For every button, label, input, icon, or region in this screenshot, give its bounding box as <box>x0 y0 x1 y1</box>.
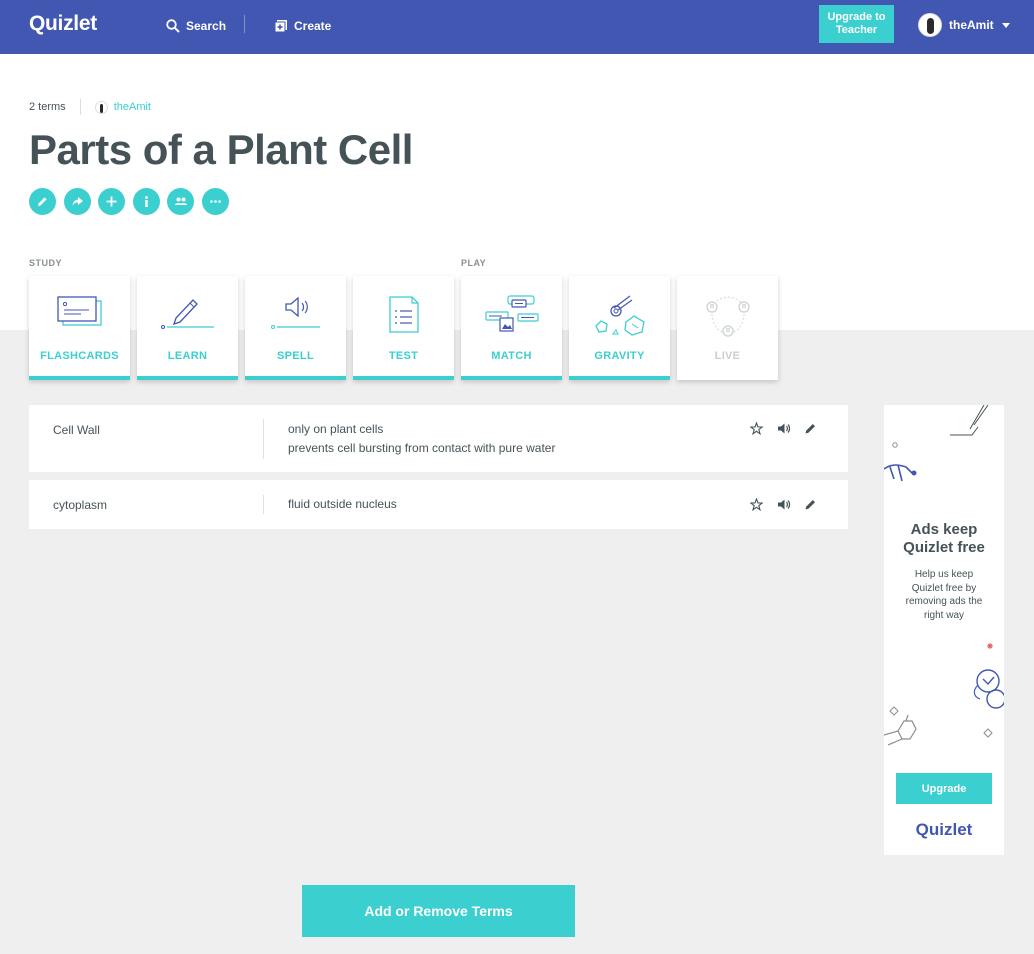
quizlet-logo[interactable]: Quizlet <box>29 12 97 36</box>
more-button[interactable] <box>201 188 229 215</box>
star-button[interactable] <box>743 420 770 436</box>
search-button[interactable]: Search <box>166 16 226 36</box>
mode-match[interactable]: MATCH <box>461 276 562 380</box>
spell-icon <box>270 296 320 329</box>
page-title: Parts of a Plant Cell <box>29 126 413 173</box>
set-actions <box>29 188 236 215</box>
more-icon <box>209 200 221 203</box>
author-avatar <box>94 100 108 114</box>
mode-underline <box>353 376 454 380</box>
mode-flashcards[interactable]: FLASHCARDS <box>29 276 130 380</box>
mode-live[interactable]: LIVE <box>677 276 778 380</box>
term-actions <box>743 420 824 436</box>
term-row: cytoplasm fluid outside nucleus <box>29 480 848 529</box>
add-to-folder-button[interactable] <box>98 188 125 215</box>
term-count: 2 terms <box>29 101 66 113</box>
audio-button[interactable] <box>770 496 797 512</box>
mode-underline <box>245 376 346 380</box>
mode-underline <box>569 376 670 380</box>
speaker-icon <box>777 499 790 509</box>
mode-label: LIVE <box>714 350 741 362</box>
pencil-icon <box>805 423 815 433</box>
match-icon <box>484 295 539 332</box>
pencil-icon <box>805 499 815 509</box>
term-row: Cell Wall only on plant cells prevents c… <box>29 405 848 472</box>
username: theAmit <box>949 18 994 32</box>
speaker-icon <box>777 423 790 433</box>
search-icon <box>166 19 180 33</box>
set-meta: 2 terms theAmit <box>29 99 151 115</box>
ad-upgrade-button[interactable]: Upgrade <box>896 773 992 804</box>
top-navigation-bar: Quizlet Search Create Upgrade to Teacher… <box>0 0 1034 54</box>
meta-divider <box>79 99 81 115</box>
create-label: Create <box>294 19 332 33</box>
star-icon <box>750 497 763 511</box>
upgrade-to-teacher-button[interactable]: Upgrade to Teacher <box>819 5 894 43</box>
term-word: Cell Wall <box>53 423 100 437</box>
term-definition: fluid outside nucleus <box>288 495 397 514</box>
avatar <box>918 13 942 37</box>
share-icon <box>72 197 83 206</box>
mode-label: MATCH <box>491 350 532 362</box>
mode-underline <box>461 376 562 380</box>
term-actions <box>743 496 824 512</box>
flashcards-icon <box>56 296 102 326</box>
definition-line: fluid outside nucleus <box>288 497 397 511</box>
test-icon <box>388 296 419 333</box>
edit-term-button[interactable] <box>797 420 824 436</box>
mode-label: FLASHCARDS <box>40 350 119 362</box>
user-menu[interactable]: theAmit <box>918 13 1010 37</box>
mode-underline <box>29 376 130 380</box>
mode-label: LEARN <box>167 350 208 362</box>
author-link[interactable]: theAmit <box>114 101 151 113</box>
ad-quizlet-logo: Quizlet <box>915 820 973 839</box>
mode-label: SPELL <box>277 350 314 362</box>
plus-icon <box>106 196 117 207</box>
search-label: Search <box>186 19 227 33</box>
term-word: cytoplasm <box>53 498 108 512</box>
pencil-icon <box>38 197 47 206</box>
ad-headline: Ads keep Quizlet free <box>903 521 985 556</box>
definition-line: only on plant cells <box>288 422 384 436</box>
edit-button[interactable] <box>29 188 56 215</box>
gravity-icon <box>594 295 645 336</box>
star-button[interactable] <box>743 496 770 512</box>
live-icon <box>705 296 750 337</box>
mode-learn[interactable]: LEARN <box>137 276 238 380</box>
ad-panel: Ads keep Quizlet free Help us keep Quizl… <box>884 405 1004 855</box>
edit-term-button[interactable] <box>797 496 824 512</box>
star-icon <box>750 421 763 435</box>
people-icon <box>174 197 187 205</box>
nav-divider <box>244 15 245 33</box>
share-button[interactable] <box>63 188 91 215</box>
learn-icon <box>160 299 214 329</box>
definition-line: prevents cell bursting from contact with… <box>288 441 556 455</box>
term-divider <box>263 419 264 459</box>
mode-label: GRAVITY <box>594 350 645 362</box>
mode-spell[interactable]: SPELL <box>245 276 346 380</box>
play-section-label: PLAY <box>461 258 487 268</box>
term-definition: only on plant cells prevents cell bursti… <box>288 420 555 458</box>
info-button[interactable] <box>132 188 160 215</box>
mode-gravity[interactable]: GRAVITY <box>569 276 670 380</box>
term-divider <box>263 495 264 514</box>
ad-illustration-top <box>884 405 989 482</box>
mode-test[interactable]: TEST <box>353 276 454 380</box>
mode-underline <box>137 376 238 380</box>
ad-illustration-bottom <box>884 643 1004 746</box>
chevron-down-icon <box>1001 22 1010 28</box>
study-section-label: STUDY <box>29 258 63 268</box>
add-to-class-button[interactable] <box>167 188 194 215</box>
ad-body-text: Help us keep Quizlet free by removing ad… <box>905 569 983 621</box>
audio-button[interactable] <box>770 420 797 436</box>
create-button[interactable]: Create <box>274 16 331 36</box>
create-icon <box>274 20 287 33</box>
add-or-remove-terms-button[interactable]: Add or Remove Terms <box>302 885 575 937</box>
mode-label: TEST <box>388 350 419 362</box>
info-icon <box>144 196 148 207</box>
